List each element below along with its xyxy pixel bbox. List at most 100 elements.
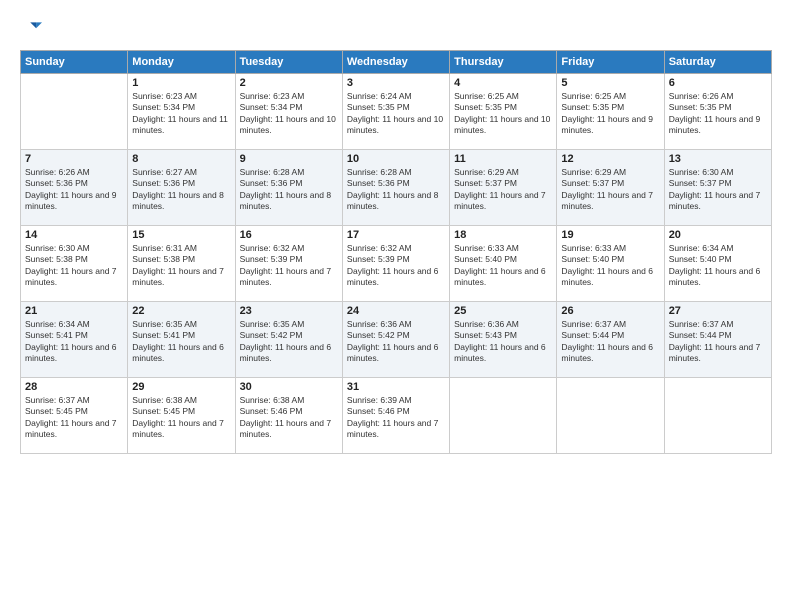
calendar-cell: 18 Sunrise: 6:33 AMSunset: 5:40 PMDayligh… <box>450 226 557 302</box>
calendar-cell: 19Sunrise: 6:33 AMSunset: 5:40 PMDayligh… <box>557 226 664 302</box>
header-row: SundayMondayTuesdayWednesdayThursdayFrid… <box>21 51 772 74</box>
day-info: Sunrise: 6:35 AMSunset: 5:42 PMDaylight:… <box>240 319 338 365</box>
day-info: Sunrise: 6:23 AMSunset: 5:34 PMDaylight:… <box>240 91 338 137</box>
day-info: Sunrise: 6:26 AMSunset: 5:36 PMDaylight:… <box>25 167 123 213</box>
col-header-friday: Friday <box>557 51 664 74</box>
calendar-cell: 2 Sunrise: 6:23 AMSunset: 5:34 PMDaylight… <box>235 74 342 150</box>
day-info: Sunrise: 6:38 AMSunset: 5:46 PMDaylight:… <box>240 395 338 441</box>
calendar-cell: 3Sunrise: 6:24 AMSunset: 5:35 PMDaylight… <box>342 74 449 150</box>
day-info: Sunrise: 6:28 AMSunset: 5:36 PMDaylight:… <box>347 167 445 213</box>
calendar-cell: 10 Sunrise: 6:28 AMSunset: 5:36 PMDayligh… <box>342 150 449 226</box>
day-number: 16 <box>240 229 338 241</box>
week-row-1: 1 Sunrise: 6:23 AMSunset: 5:34 PMDaylight… <box>21 74 772 150</box>
day-number: 15 <box>132 229 230 241</box>
day-number: 20 <box>669 229 767 241</box>
header <box>20 18 772 40</box>
day-number: 13 <box>669 153 767 165</box>
day-info: Sunrise: 6:28 AMSunset: 5:36 PMDaylight:… <box>240 167 338 213</box>
calendar-cell: 12 Sunrise: 6:29 AMSunset: 5:37 PMDayligh… <box>557 150 664 226</box>
calendar-cell: 8 Sunrise: 6:27 AMSunset: 5:36 PMDaylight… <box>128 150 235 226</box>
calendar-cell: 7 Sunrise: 6:26 AMSunset: 5:36 PMDaylight… <box>21 150 128 226</box>
day-number: 3 <box>347 77 445 89</box>
page: SundayMondayTuesdayWednesdayThursdayFrid… <box>0 0 792 612</box>
day-info: Sunrise: 6:38 AMSunset: 5:45 PMDaylight:… <box>132 395 230 441</box>
calendar-cell: 22 Sunrise: 6:35 AMSunset: 5:41 PMDayligh… <box>128 302 235 378</box>
day-info: Sunrise: 6:31 AMSunset: 5:38 PMDaylight:… <box>132 243 230 289</box>
calendar-cell: 4Sunrise: 6:25 AMSunset: 5:35 PMDaylight… <box>450 74 557 150</box>
day-number: 18 <box>454 229 552 241</box>
col-header-saturday: Saturday <box>664 51 771 74</box>
day-info: Sunrise: 6:29 AMSunset: 5:37 PMDaylight:… <box>561 167 659 213</box>
calendar-cell: 6Sunrise: 6:26 AMSunset: 5:35 PMDaylight… <box>664 74 771 150</box>
calendar-cell: 31 Sunrise: 6:39 AMSunset: 5:46 PMDayligh… <box>342 378 449 454</box>
calendar-cell <box>450 378 557 454</box>
day-info: Sunrise: 6:37 AMSunset: 5:45 PMDaylight:… <box>25 395 123 441</box>
week-row-3: 14 Sunrise: 6:30 AMSunset: 5:38 PMDayligh… <box>21 226 772 302</box>
day-info: Sunrise: 6:33 AMSunset: 5:40 PMDaylight:… <box>454 243 552 289</box>
day-info: Sunrise: 6:29 AMSunset: 5:37 PMDaylight:… <box>454 167 552 213</box>
day-info: Sunrise: 6:37 AMSunset: 5:44 PMDaylight:… <box>669 319 767 365</box>
day-number: 25 <box>454 305 552 317</box>
day-number: 30 <box>240 381 338 393</box>
day-info: Sunrise: 6:34 AMSunset: 5:41 PMDaylight:… <box>25 319 123 365</box>
day-number: 5 <box>561 77 659 89</box>
day-info: Sunrise: 6:25 AMSunset: 5:35 PMDaylight:… <box>561 91 659 137</box>
calendar-cell: 28Sunrise: 6:37 AMSunset: 5:45 PMDayligh… <box>21 378 128 454</box>
calendar-cell: 1 Sunrise: 6:23 AMSunset: 5:34 PMDaylight… <box>128 74 235 150</box>
day-info: Sunrise: 6:36 AMSunset: 5:42 PMDaylight:… <box>347 319 445 365</box>
day-number: 29 <box>132 381 230 393</box>
day-info: Sunrise: 6:30 AMSunset: 5:37 PMDaylight:… <box>669 167 767 213</box>
day-info: Sunrise: 6:30 AMSunset: 5:38 PMDaylight:… <box>25 243 123 289</box>
col-header-tuesday: Tuesday <box>235 51 342 74</box>
logo-icon <box>20 18 42 40</box>
calendar-cell: 26 Sunrise: 6:37 AMSunset: 5:44 PMDayligh… <box>557 302 664 378</box>
day-number: 14 <box>25 229 123 241</box>
logo <box>20 18 46 40</box>
calendar-cell: 24Sunrise: 6:36 AMSunset: 5:42 PMDayligh… <box>342 302 449 378</box>
calendar-cell: 16Sunrise: 6:32 AMSunset: 5:39 PMDayligh… <box>235 226 342 302</box>
calendar: SundayMondayTuesdayWednesdayThursdayFrid… <box>20 50 772 454</box>
calendar-cell: 17 Sunrise: 6:32 AMSunset: 5:39 PMDayligh… <box>342 226 449 302</box>
day-number: 9 <box>240 153 338 165</box>
day-number: 17 <box>347 229 445 241</box>
col-header-monday: Monday <box>128 51 235 74</box>
calendar-cell: 23 Sunrise: 6:35 AMSunset: 5:42 PMDayligh… <box>235 302 342 378</box>
day-info: Sunrise: 6:35 AMSunset: 5:41 PMDaylight:… <box>132 319 230 365</box>
day-info: Sunrise: 6:26 AMSunset: 5:35 PMDaylight:… <box>669 91 767 137</box>
day-number: 7 <box>25 153 123 165</box>
week-row-5: 28Sunrise: 6:37 AMSunset: 5:45 PMDayligh… <box>21 378 772 454</box>
day-number: 2 <box>240 77 338 89</box>
day-number: 21 <box>25 305 123 317</box>
day-number: 10 <box>347 153 445 165</box>
day-number: 8 <box>132 153 230 165</box>
day-number: 31 <box>347 381 445 393</box>
day-number: 1 <box>132 77 230 89</box>
calendar-cell: 11 Sunrise: 6:29 AMSunset: 5:37 PMDayligh… <box>450 150 557 226</box>
day-info: Sunrise: 6:36 AMSunset: 5:43 PMDaylight:… <box>454 319 552 365</box>
calendar-cell: 15 Sunrise: 6:31 AMSunset: 5:38 PMDayligh… <box>128 226 235 302</box>
calendar-cell: 5 Sunrise: 6:25 AMSunset: 5:35 PMDaylight… <box>557 74 664 150</box>
col-header-wednesday: Wednesday <box>342 51 449 74</box>
calendar-cell: 27Sunrise: 6:37 AMSunset: 5:44 PMDayligh… <box>664 302 771 378</box>
calendar-cell: 9 Sunrise: 6:28 AMSunset: 5:36 PMDaylight… <box>235 150 342 226</box>
day-number: 26 <box>561 305 659 317</box>
col-header-thursday: Thursday <box>450 51 557 74</box>
calendar-cell: 14 Sunrise: 6:30 AMSunset: 5:38 PMDayligh… <box>21 226 128 302</box>
day-number: 19 <box>561 229 659 241</box>
calendar-cell <box>21 74 128 150</box>
calendar-cell: 21 Sunrise: 6:34 AMSunset: 5:41 PMDayligh… <box>21 302 128 378</box>
day-number: 22 <box>132 305 230 317</box>
day-info: Sunrise: 6:23 AMSunset: 5:34 PMDaylight:… <box>132 91 230 137</box>
calendar-cell: 30 Sunrise: 6:38 AMSunset: 5:46 PMDayligh… <box>235 378 342 454</box>
day-number: 11 <box>454 153 552 165</box>
calendar-cell: 20Sunrise: 6:34 AMSunset: 5:40 PMDayligh… <box>664 226 771 302</box>
col-header-sunday: Sunday <box>21 51 128 74</box>
day-info: Sunrise: 6:27 AMSunset: 5:36 PMDaylight:… <box>132 167 230 213</box>
day-number: 12 <box>561 153 659 165</box>
day-number: 23 <box>240 305 338 317</box>
day-info: Sunrise: 6:37 AMSunset: 5:44 PMDaylight:… <box>561 319 659 365</box>
week-row-2: 7 Sunrise: 6:26 AMSunset: 5:36 PMDaylight… <box>21 150 772 226</box>
day-info: Sunrise: 6:32 AMSunset: 5:39 PMDaylight:… <box>347 243 445 289</box>
day-info: Sunrise: 6:39 AMSunset: 5:46 PMDaylight:… <box>347 395 445 441</box>
calendar-cell: 25 Sunrise: 6:36 AMSunset: 5:43 PMDayligh… <box>450 302 557 378</box>
